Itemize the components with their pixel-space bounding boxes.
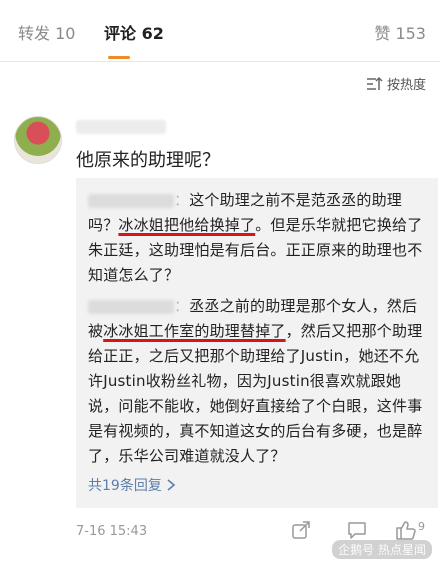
reply-username-blurred (88, 299, 174, 314)
tab-repost[interactable]: 转发 10 (18, 20, 75, 44)
reply-text: ，然后又把那个助理给正正，之后又把那个助理给了Justin，她还不允许Justi… (88, 322, 423, 465)
comment-timestamp: 7-16 15:43 (76, 524, 148, 539)
tab-like[interactable]: 赞 153 (374, 20, 426, 44)
highlighted-text: 冰冰姐工作室的助理替掉了 (103, 322, 286, 340)
comment-icon[interactable] (346, 519, 368, 541)
reply-prefix: ： (174, 191, 190, 209)
sort-icon (366, 76, 383, 90)
reply-box: ：这个助理之前不是范丞丞的助理吗？冰冰姐把他给换掉了。但是乐华就把它换给了朱正廷… (76, 178, 438, 508)
tab-comment[interactable]: 评论 62 (104, 20, 164, 44)
reply-prefix: ： (174, 297, 190, 315)
highlighted-text: 冰冰姐把他给换掉了 (118, 216, 256, 234)
tab-bar: 转发 10 评论 62 赞 153 (0, 0, 440, 62)
username-blurred (76, 120, 166, 134)
active-tab-indicator (108, 56, 130, 59)
reply-username-blurred (88, 193, 174, 208)
view-more-label: 共19条回复 (88, 478, 162, 494)
watermark: 企鹅号 热点星闻 (332, 540, 432, 559)
chevron-right-icon (167, 479, 176, 491)
sort-label: 按热度 (386, 78, 426, 93)
comment-text: 他原来的助理呢？ (76, 150, 220, 171)
thumbs-up-icon[interactable] (394, 519, 416, 541)
view-more-replies-link[interactable]: 共19条回复 (88, 475, 430, 495)
reply-2[interactable]: ：丞丞之前的助理是那个女人，然后被冰冰姐工作室的助理替掉了，然后又把那个助理给正… (88, 294, 430, 469)
reply-1[interactable]: ：这个助理之前不是范丞丞的助理吗？冰冰姐把他给换掉了。但是乐华就把它换给了朱正廷… (88, 188, 430, 288)
share-icon[interactable] (290, 519, 312, 541)
avatar[interactable] (14, 116, 62, 164)
like-count: 9 (418, 520, 425, 533)
sort-button[interactable]: 按热度 (365, 74, 426, 93)
